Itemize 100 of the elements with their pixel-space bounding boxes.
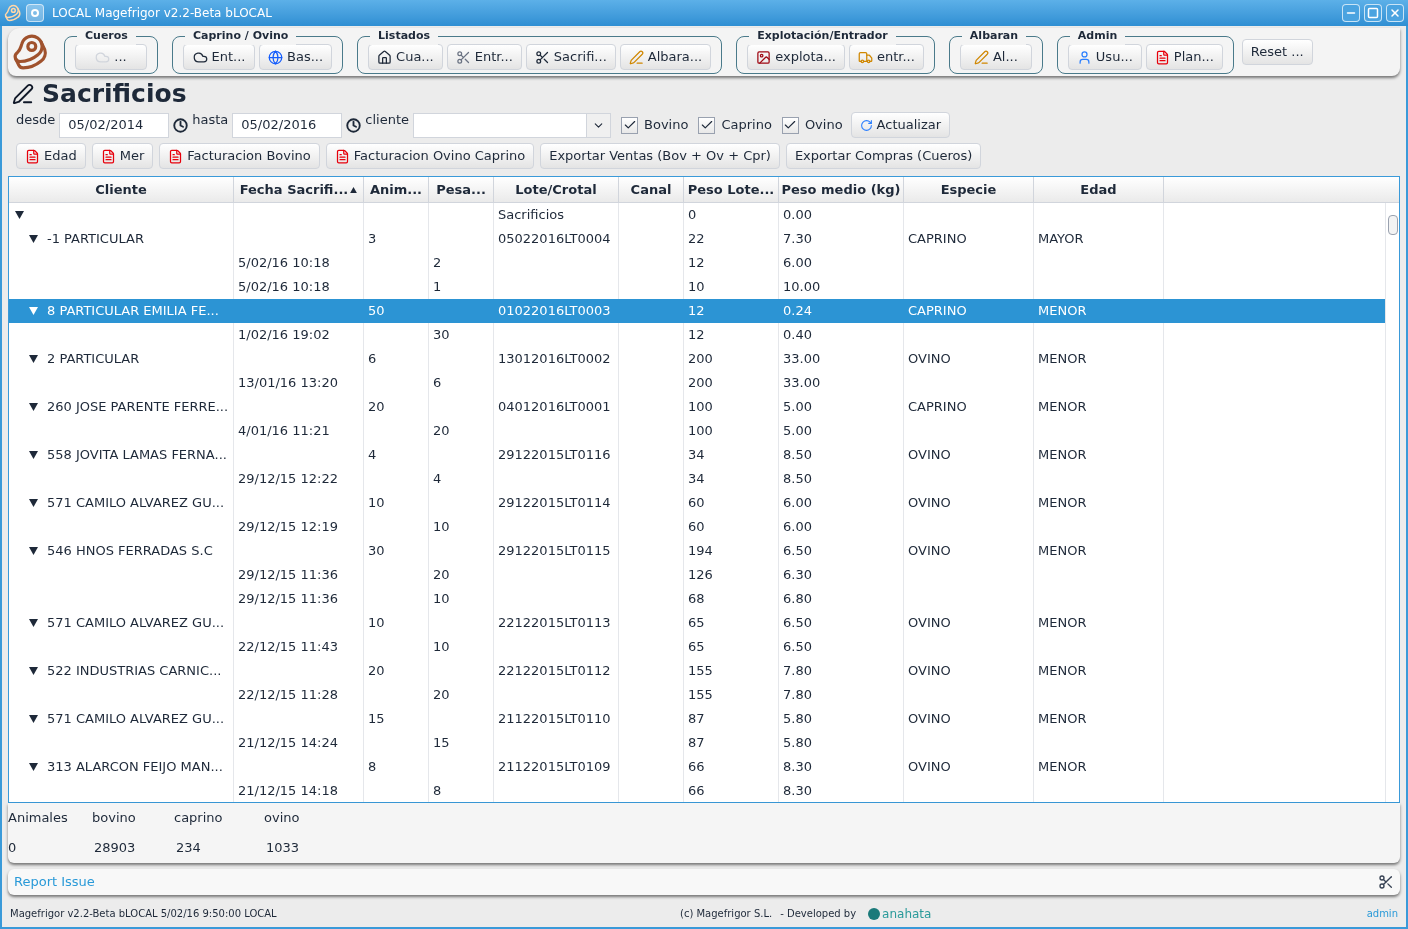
table-cell-text: OVINO [908,494,951,513]
close-button[interactable] [1386,4,1404,22]
checkbox[interactable] [698,116,716,134]
collapse-icon[interactable] [29,763,38,771]
summary-value: 0 [8,839,18,858]
table-row[interactable]: 2 PARTICULAR 6 13012016LT0002 200 33.00 OVINO MENOR [9,347,1385,371]
column-header[interactable]: Especie [904,177,1034,202]
table-row[interactable]: 21/12/15 14:24 15 87 5.80 [9,731,1385,755]
table-cell-text: 20 [433,422,450,441]
checkbox[interactable] [781,116,799,134]
toolbar-button[interactable]: Sacrifi... [525,44,616,70]
table-row[interactable]: 4/01/16 11:21 20 100 5.00 [9,419,1385,443]
table-cell-text: MENOR [1038,302,1087,321]
clock-icon[interactable] [173,117,189,133]
table-row[interactable]: 522 INDUSTRIAS CARNIC... 20 22122015LT0112 155 7.80 OVINO MENOR [9,659,1385,683]
table-cell-text: 2 [433,254,442,273]
collapse-icon[interactable] [29,547,38,555]
date-field[interactable]: 05/02/2016 [232,112,343,138]
column-header[interactable]: Peso medio (kg) [779,177,904,202]
toolbar-button[interactable]: Al... [959,44,1032,70]
group-title: Albaran [961,28,1027,45]
cloud-icon [95,49,111,65]
table-row[interactable]: 29/12/15 11:36 20 126 6.30 [9,563,1385,587]
checkbox[interactable] [621,116,639,134]
toolbar-button[interactable]: explota... [747,44,845,70]
report-button[interactable]: Mer [91,143,154,169]
table-cell-text: CAPRINO [908,398,967,417]
table-cell-text: Sacrificios [498,206,564,225]
refresh-icon [859,118,873,132]
table-cell-text: 6.30 [783,566,812,585]
collapse-icon[interactable] [29,355,38,363]
field-label: hasta [192,111,229,129]
collapse-icon[interactable] [29,667,38,675]
window-menu-icon [26,4,44,22]
image-icon [756,49,772,65]
table-row[interactable]: 558 JOVITA LAMAS FERNA... 4 29122015LT0116 34 8.50 OVINO MENOR [9,443,1385,467]
table-row[interactable]: 260 JOSE PARENTE FERRE... 20 04012016LT0001 100 5.00 CAPRINO MENOR [9,395,1385,419]
table-cell-text: 546 HNOS FERRADAS S.C [47,542,213,561]
export-button[interactable]: Exportar Ventas (Bov + Ov + Cpr) [540,143,780,169]
table-row[interactable]: 313 ALARCON FEIJO MAN... 8 21122015LT0109 66 8.30 OVINO MENOR [9,755,1385,779]
table-row[interactable]: -1 PARTICULAR 3 05022016LT0004 22 7.30 CAPRINO MAYOR [9,227,1385,251]
table-cell-text: OVINO [908,758,951,777]
toolbar-button[interactable]: Entr... [446,44,522,70]
date-field[interactable]: 05/02/2014 [59,112,170,138]
table-cell-text: 29/12/15 12:19 [238,518,338,537]
table-cell-text: MENOR [1038,662,1087,681]
summary-label: bovino [92,809,137,828]
toolbar-button[interactable]: Bas... [259,44,333,70]
maximize-button[interactable] [1364,4,1382,22]
export-button[interactable]: Exportar Compras (Cueros) [785,143,982,169]
table-cell-text: 5.00 [783,422,812,441]
scrollbar[interactable] [1385,203,1399,802]
clock-icon[interactable] [346,117,362,133]
check-icon [622,118,637,132]
collapse-icon[interactable] [29,235,38,243]
table-row[interactable]: 22/12/15 11:28 20 155 7.80 [9,683,1385,707]
report-button[interactable]: Facturacion Ovino Caprino [325,143,535,169]
column-header[interactable]: Pesa... [429,177,494,202]
table-row[interactable]: Sacrificios 0 0.00 [9,203,1385,227]
table-row[interactable]: 13/01/16 13:20 6 200 33.00 [9,371,1385,395]
toolbar-button[interactable]: entr... [848,44,924,70]
table-cell-text: 100 [688,398,713,417]
collapse-icon[interactable] [29,619,38,627]
toolbar-button[interactable]: Cua... [368,44,443,70]
column-header[interactable]: Peso Lote... [684,177,779,202]
collapse-icon[interactable] [15,211,24,219]
table-cell-text: 60 [688,518,705,537]
column-header[interactable]: Anim... [364,177,429,202]
table-row[interactable]: 571 CAMILO ALVAREZ GU... 15 21122015LT0110 87 5.80 OVINO MENOR [9,707,1385,731]
document-icon [1154,49,1170,65]
table-cell-text: CAPRINO [908,302,967,321]
table-row[interactable]: 571 CAMILO ALVAREZ GU... 10 22122015LT0113 65 6.50 OVINO MENOR [9,611,1385,635]
column-header[interactable]: Fecha Sacrifi... [234,177,364,202]
report-button[interactable]: Facturacion Bovino [159,143,320,169]
toolbar-button[interactable]: Albara... [619,44,712,70]
table-row[interactable]: 22/12/15 11:43 10 65 6.50 [9,635,1385,659]
column-header[interactable]: Lote/Crotal [494,177,619,202]
reset-button[interactable]: Reset ... [1241,39,1313,65]
table-row[interactable]: 571 CAMILO ALVAREZ GU... 10 29122015LT0114 60 6.00 OVINO MENOR [9,491,1385,515]
report-button[interactable]: Edad [16,143,86,169]
table-row[interactable]: 546 HNOS FERRADAS S.C 30 29122015LT0115 194 6.50 OVINO MENOR [9,539,1385,563]
column-header[interactable]: Edad [1034,177,1164,202]
sort-icon[interactable] [350,186,358,193]
table-row[interactable]: 1/02/16 19:02 30 12 0.40 [9,323,1385,347]
collapse-icon[interactable] [29,451,38,459]
table-row[interactable]: 29/12/15 11:36 10 68 6.80 [9,587,1385,611]
collapse-icon[interactable] [29,499,38,507]
table-row[interactable]: 29/12/15 12:19 10 60 6.00 [9,515,1385,539]
toolbar-button[interactable]: Usu... [1067,44,1142,70]
table-row[interactable]: 29/12/15 12:22 4 34 8.50 [9,467,1385,491]
table-cell-text: 60 [688,494,705,513]
toolbar-button[interactable]: Ent... [183,44,255,70]
collapse-icon[interactable] [29,403,38,411]
toolbar-button[interactable]: ... [75,44,147,70]
table-row[interactable]: 5/02/16 10:18 2 12 6.00 [9,251,1385,275]
column-header[interactable]: Cliente [9,177,234,202]
collapse-icon[interactable] [29,715,38,723]
refresh-button[interactable]: Actualizar [850,112,951,138]
column-header[interactable]: Canal [619,177,684,202]
toolbar-button[interactable]: Plan... [1145,44,1223,70]
